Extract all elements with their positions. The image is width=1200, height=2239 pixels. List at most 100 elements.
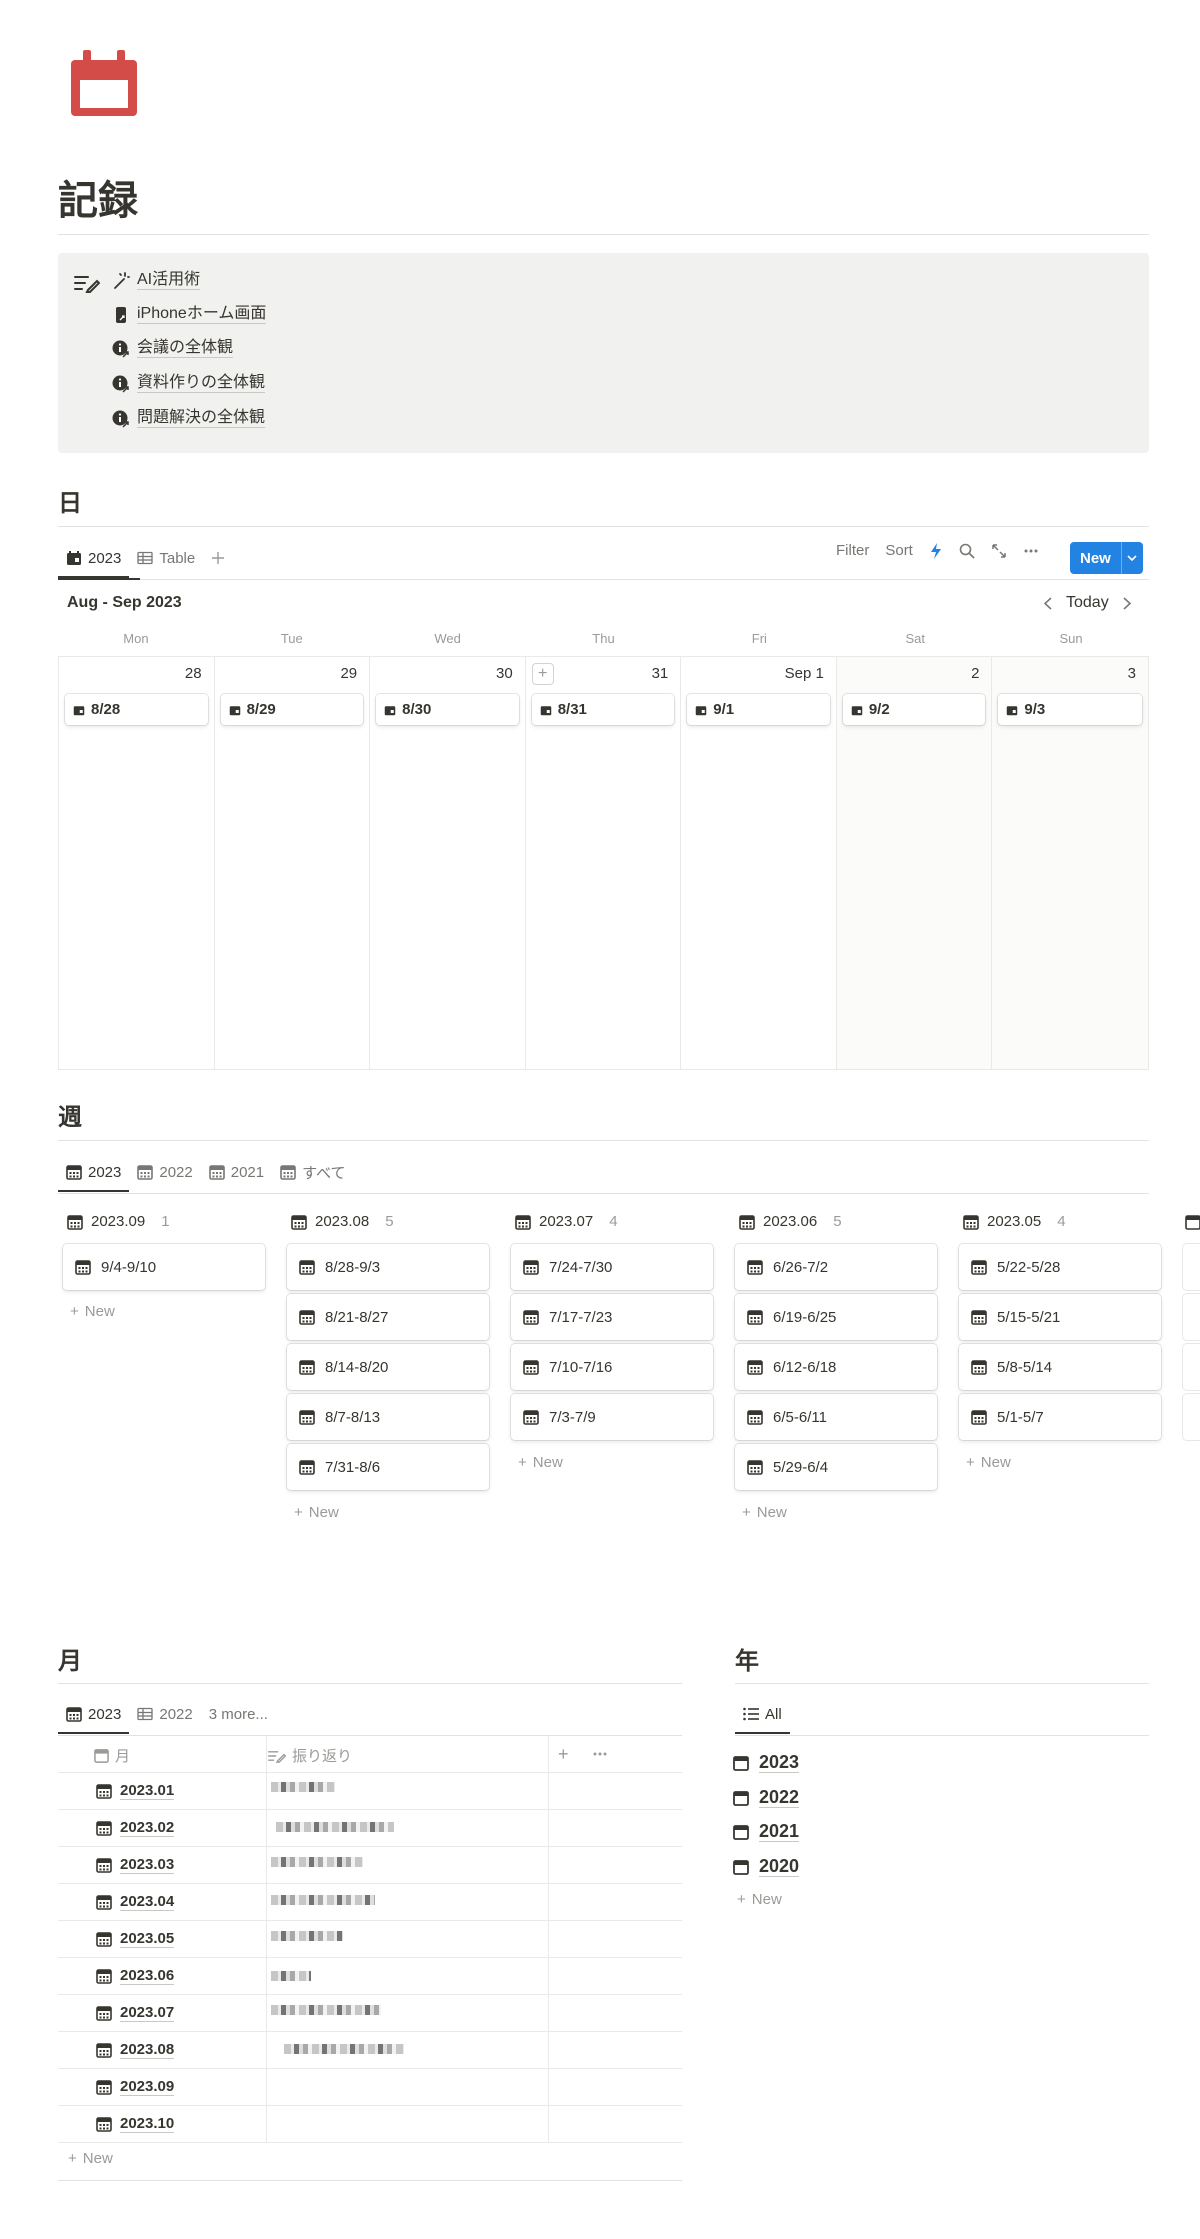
calendar-event-card[interactable]: 8/30 bbox=[376, 694, 519, 725]
row-title[interactable]: 2023.07 bbox=[96, 2004, 175, 2022]
board-column-header[interactable]: 2023.09 1 bbox=[67, 1213, 170, 1230]
year-list-item[interactable]: 2021 bbox=[733, 1821, 800, 1842]
calendar-event-card[interactable]: 8/31 bbox=[531, 694, 675, 725]
board-card[interactable]: 7/10-7/16 bbox=[511, 1344, 713, 1390]
calendar-day-cell[interactable]: + 31 8/31 bbox=[526, 657, 682, 1069]
row-title[interactable]: 2023.08 bbox=[96, 2041, 175, 2059]
year-list-item[interactable]: 2022 bbox=[733, 1787, 800, 1808]
more-options-icon[interactable] bbox=[1023, 543, 1039, 559]
table-row[interactable]: 2023.03 bbox=[58, 1847, 682, 1884]
table-row[interactable]: 2023.04 bbox=[58, 1884, 682, 1921]
board-card-peek[interactable] bbox=[1183, 1294, 1200, 1340]
table-row[interactable]: 2023.08 bbox=[58, 2032, 682, 2069]
calendar-event-card[interactable]: 9/3 bbox=[998, 694, 1142, 725]
add-view-button[interactable] bbox=[203, 539, 233, 577]
callout-link-ai[interactable]: AI活用術 bbox=[112, 271, 201, 290]
board-card[interactable]: 6/19-6/25 bbox=[735, 1294, 937, 1340]
next-chevron-icon[interactable] bbox=[1123, 596, 1131, 610]
callout-link-problem-solving[interactable]: 問題解決の全体観 bbox=[112, 409, 266, 428]
tab-2022[interactable]: 2022 bbox=[129, 1153, 200, 1191]
filter-button[interactable]: Filter bbox=[836, 542, 869, 559]
callout-link-iphone[interactable]: iPhoneホーム画面 bbox=[112, 305, 267, 324]
table-row[interactable]: 2023.07 bbox=[58, 1995, 682, 2032]
more-options-icon[interactable] bbox=[592, 1746, 608, 1762]
add-event-button[interactable]: + bbox=[531, 663, 554, 685]
prev-chevron-icon[interactable] bbox=[1044, 596, 1052, 610]
callout-link-documents[interactable]: 資料作りの全体観 bbox=[112, 374, 266, 393]
table-row[interactable]: 2023.01 bbox=[58, 1773, 682, 1810]
calendar-day-cell[interactable]: Sep 1 9/1 bbox=[681, 657, 837, 1069]
tab-2023[interactable]: 2023 bbox=[58, 1153, 130, 1192]
row-title[interactable]: 2023.09 bbox=[96, 2078, 175, 2096]
board-card[interactable]: 8/28-9/3 bbox=[287, 1244, 489, 1290]
today-button[interactable]: Today bbox=[1066, 594, 1109, 612]
board-new-button[interactable]: + New bbox=[518, 1454, 563, 1471]
row-title[interactable]: 2023.03 bbox=[96, 1856, 175, 1874]
board-card[interactable]: 5/15-5/21 bbox=[959, 1294, 1161, 1340]
tab-calendar-2023[interactable]: 2023 bbox=[58, 539, 130, 578]
board-card-peek[interactable] bbox=[1183, 1394, 1200, 1440]
board-card[interactable]: 5/1-5/7 bbox=[959, 1394, 1161, 1440]
table-row[interactable]: 2023.05 bbox=[58, 1921, 682, 1958]
tab-2021[interactable]: 2021 bbox=[201, 1153, 272, 1191]
board-column-header[interactable]: 2023.06 5 bbox=[739, 1213, 842, 1230]
table-row[interactable]: 2023.06 bbox=[58, 1958, 682, 1995]
sort-button[interactable]: Sort bbox=[885, 542, 913, 559]
calendar-event-card[interactable]: 9/1 bbox=[687, 694, 830, 725]
row-title[interactable]: 2023.01 bbox=[96, 1782, 175, 1800]
page-calendar-icon[interactable] bbox=[68, 48, 140, 120]
board-column-header[interactable]: 2023.05 4 bbox=[963, 1213, 1066, 1230]
calendar-event-card[interactable]: 8/29 bbox=[220, 694, 364, 725]
row-title[interactable]: 2023.06 bbox=[96, 1967, 175, 1985]
calendar-day-cell[interactable]: 3 9/3 bbox=[992, 657, 1148, 1069]
calendar-day-cell[interactable]: 30 8/30 bbox=[370, 657, 526, 1069]
board-new-button[interactable]: + New bbox=[70, 1303, 115, 1320]
board-card[interactable]: 5/8-5/14 bbox=[959, 1344, 1161, 1390]
callout-link-meeting[interactable]: 会議の全体観 bbox=[112, 339, 234, 358]
tab-2023[interactable]: 2023 bbox=[58, 1695, 130, 1734]
year-list-item[interactable]: 2020 bbox=[733, 1856, 800, 1877]
board-card[interactable]: 7/17-7/23 bbox=[511, 1294, 713, 1340]
board-card[interactable]: 8/7-8/13 bbox=[287, 1394, 489, 1440]
tab-all-list[interactable]: All bbox=[735, 1695, 790, 1734]
board-column-header[interactable]: 2023.08 5 bbox=[291, 1213, 394, 1230]
board-new-button[interactable]: + New bbox=[294, 1504, 339, 1521]
year-new-button[interactable]: + New bbox=[737, 1891, 782, 1908]
board-card[interactable]: 7/3-7/9 bbox=[511, 1394, 713, 1440]
board-card-peek[interactable] bbox=[1183, 1344, 1200, 1390]
board-card[interactable]: 6/5-6/11 bbox=[735, 1394, 937, 1440]
search-icon[interactable] bbox=[959, 543, 975, 559]
calendar-day-cell[interactable]: 28 8/28 bbox=[59, 657, 215, 1069]
table-new-row-button[interactable]: + New bbox=[68, 2150, 113, 2167]
board-card[interactable]: 8/14-8/20 bbox=[287, 1344, 489, 1390]
board-column-header[interactable]: 2023.07 4 bbox=[515, 1213, 618, 1230]
calendar-day-cell[interactable]: 29 8/29 bbox=[215, 657, 371, 1069]
board-new-button[interactable]: + New bbox=[742, 1504, 787, 1521]
board-card[interactable]: 5/22-5/28 bbox=[959, 1244, 1161, 1290]
calendar-day-cell[interactable]: 2 9/2 bbox=[836, 657, 993, 1069]
board-card[interactable]: 9/4-9/10 bbox=[63, 1244, 265, 1290]
board-card[interactable]: 7/24-7/30 bbox=[511, 1244, 713, 1290]
column-header-month[interactable]: 月 bbox=[94, 1745, 130, 1766]
row-title[interactable]: 2023.10 bbox=[96, 2115, 175, 2133]
year-list-item[interactable]: 2023 bbox=[733, 1752, 800, 1773]
calendar-event-card[interactable]: 8/28 bbox=[65, 694, 208, 725]
automation-bolt-icon[interactable] bbox=[929, 542, 943, 559]
expand-icon[interactable] bbox=[991, 543, 1007, 559]
board-card[interactable]: 7/31-8/6 bbox=[287, 1444, 489, 1490]
calendar-event-card[interactable]: 9/2 bbox=[842, 694, 986, 725]
add-property-plus-icon[interactable]: + bbox=[558, 1744, 569, 1765]
row-title[interactable]: 2023.02 bbox=[96, 1819, 175, 1837]
table-row[interactable]: 2023.09 bbox=[58, 2069, 682, 2106]
more-views-button[interactable]: 3 more... bbox=[201, 1695, 276, 1733]
tab-table[interactable]: Table bbox=[129, 539, 203, 577]
chevron-down-icon[interactable] bbox=[1120, 542, 1143, 574]
board-card[interactable]: 8/21-8/27 bbox=[287, 1294, 489, 1340]
board-card[interactable]: 6/26-7/2 bbox=[735, 1244, 937, 1290]
new-entry-button[interactable]: New bbox=[1070, 542, 1143, 574]
table-row[interactable]: 2023.10 bbox=[58, 2106, 682, 2143]
board-new-button[interactable]: + New bbox=[966, 1454, 1011, 1471]
table-row[interactable]: 2023.02 bbox=[58, 1810, 682, 1847]
board-card[interactable]: 5/29-6/4 bbox=[735, 1444, 937, 1490]
row-title[interactable]: 2023.05 bbox=[96, 1930, 175, 1948]
